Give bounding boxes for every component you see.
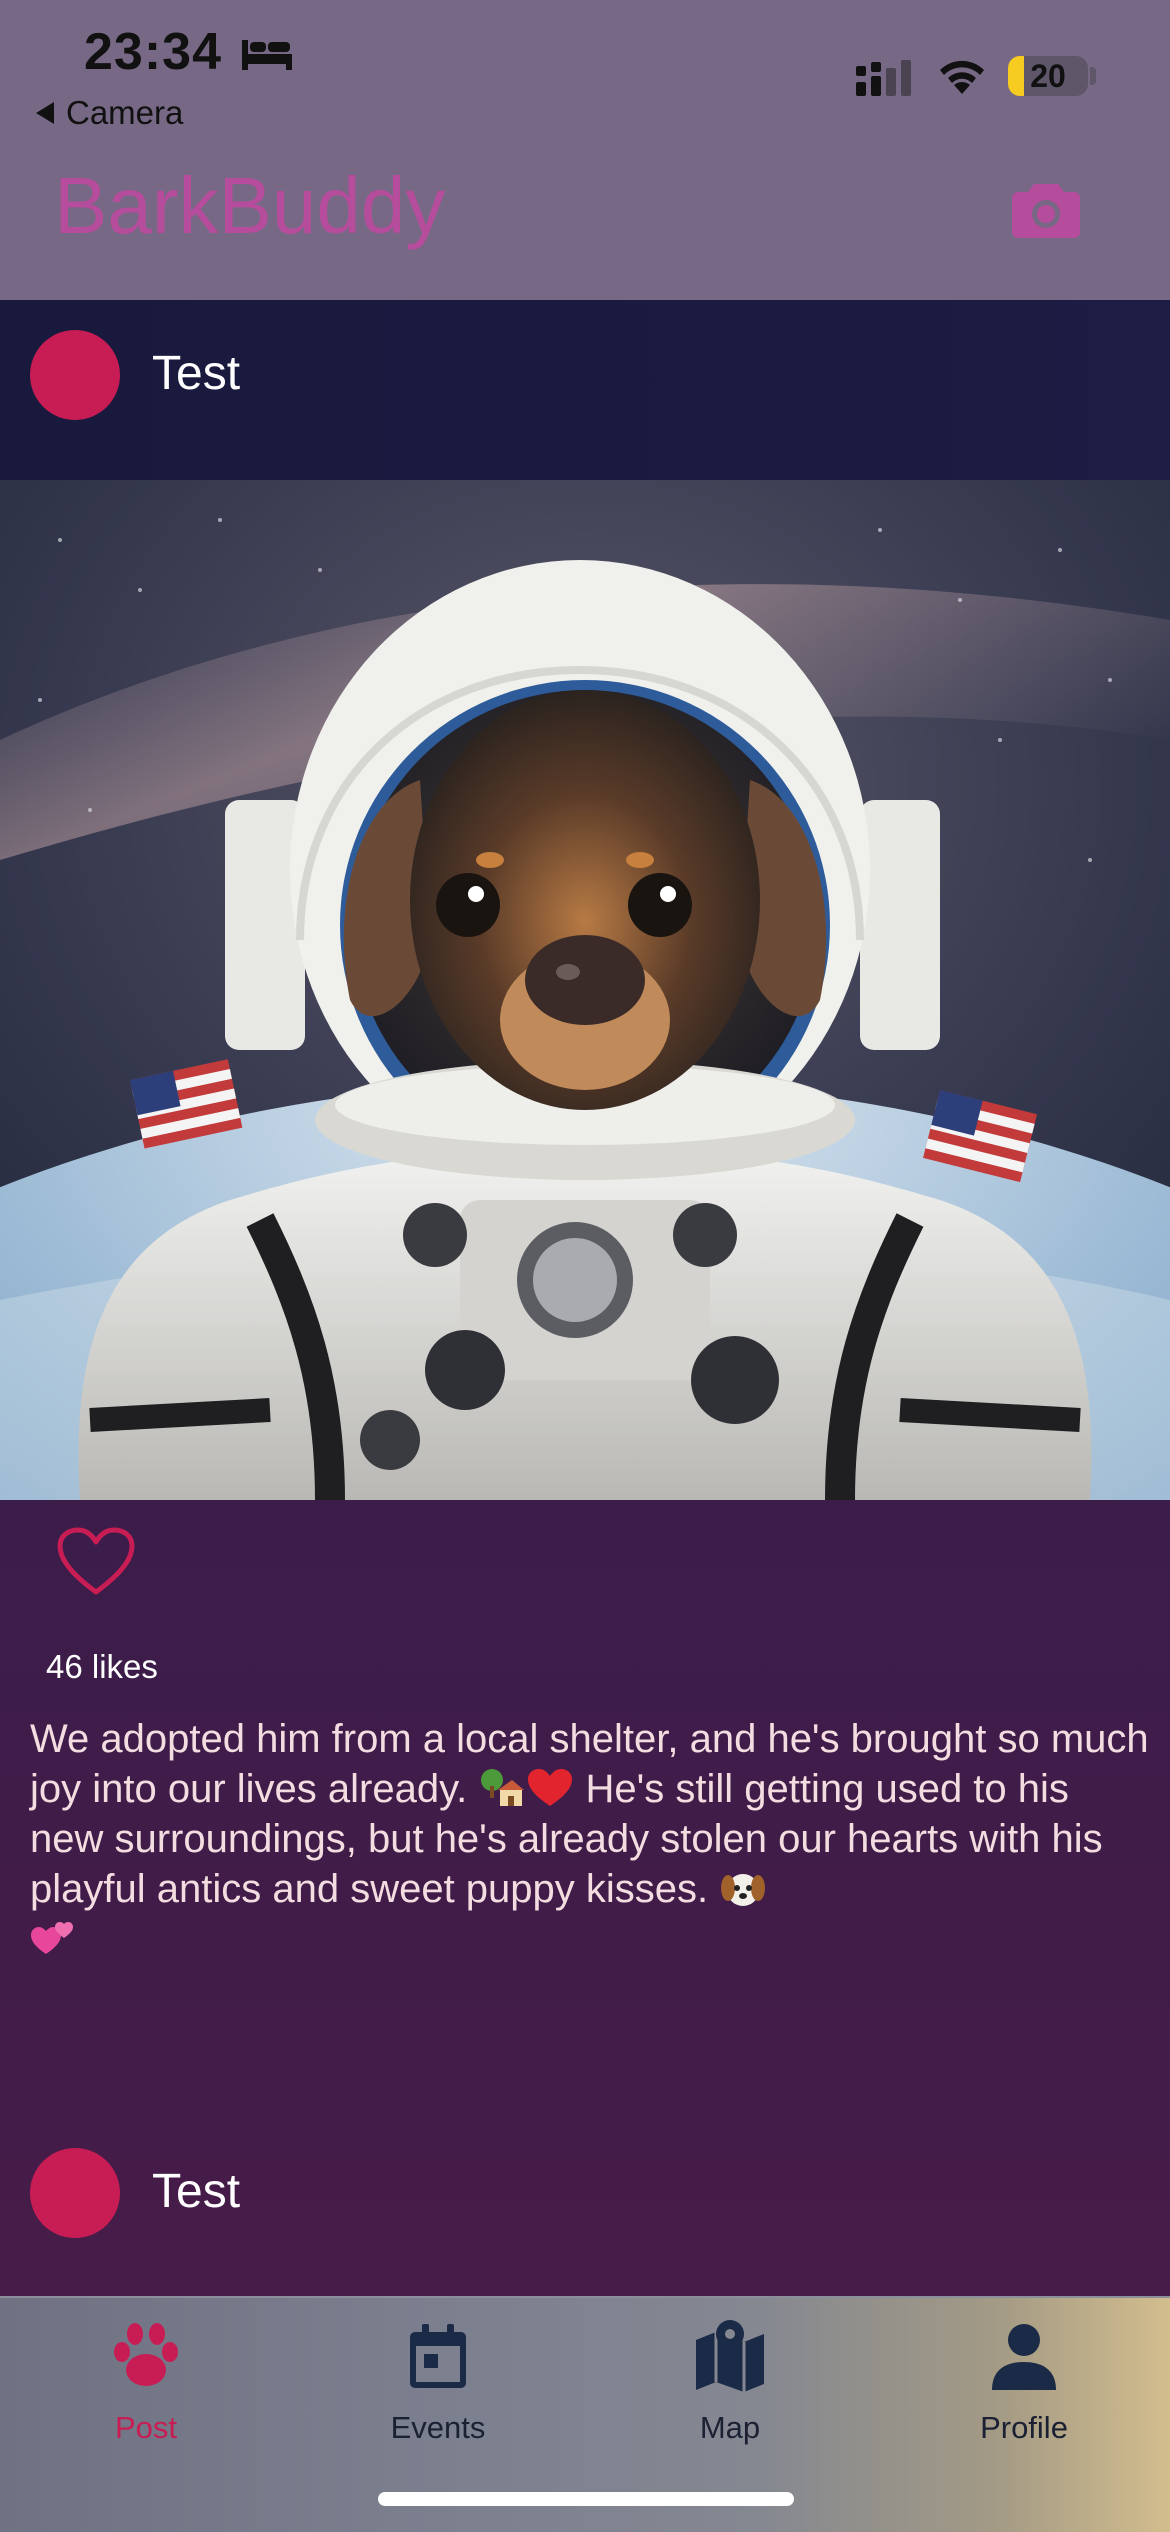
sleep-focus-icon — [242, 40, 292, 70]
camera-icon[interactable] — [1010, 176, 1082, 240]
astronaut-dog-photo — [0, 480, 1170, 1500]
person-icon — [992, 2324, 1056, 2390]
top-bar: 23:34 Camera 20 BarkBuddy — [0, 0, 1170, 300]
tab-map[interactable]: Map — [620, 2318, 840, 2478]
tab-label: Map — [699, 2410, 761, 2445]
house-with-tree-emoji-icon — [481, 1769, 525, 1806]
status-time: 23:34 — [84, 23, 222, 81]
back-arrow-icon — [36, 102, 54, 124]
tab-label: Post — [114, 2410, 178, 2445]
tab-post[interactable]: Post — [36, 2318, 256, 2478]
cellular-signal-icon — [856, 60, 911, 96]
tab-label: Profile — [980, 2410, 1068, 2445]
post-username[interactable]: Test — [152, 346, 240, 401]
tab-profile[interactable]: Profile — [914, 2318, 1134, 2478]
battery-tip — [1090, 67, 1096, 85]
heart-icon[interactable] — [56, 1526, 136, 1598]
wifi-icon — [940, 60, 984, 94]
home-indicator[interactable] — [378, 2492, 794, 2506]
post-image[interactable] — [0, 480, 1170, 1500]
battery-indicator: 20 — [1008, 56, 1088, 96]
tab-events[interactable]: Events — [328, 2318, 548, 2478]
back-label: Camera — [66, 94, 184, 131]
calendar-icon — [410, 2324, 466, 2388]
red-heart-emoji-icon — [528, 1769, 573, 1806]
back-to-camera-link[interactable]: Camera — [36, 90, 183, 136]
two-hearts-emoji-icon — [31, 1922, 73, 1954]
tab-label: Events — [390, 2410, 486, 2445]
post-caption: We adopted him from a local shelter, and… — [30, 1714, 1150, 1964]
post-header[interactable]: Test — [0, 300, 1170, 480]
app-title: BarkBuddy — [54, 161, 446, 250]
likes-count: 46 likes — [46, 1648, 158, 1685]
post-username[interactable]: Test — [152, 2164, 240, 2219]
avatar[interactable] — [30, 330, 120, 420]
paw-icon — [114, 2323, 178, 2386]
map-icon — [696, 2320, 764, 2392]
avatar[interactable] — [30, 2148, 120, 2238]
battery-level: 20 — [1030, 57, 1066, 94]
dog-face-emoji-icon — [721, 1874, 766, 1906]
